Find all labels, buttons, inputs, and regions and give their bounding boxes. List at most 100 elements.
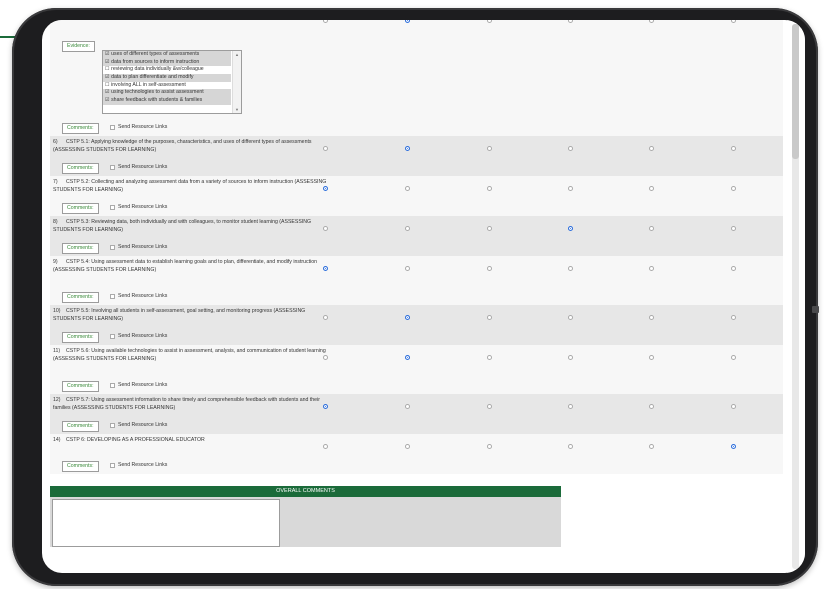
rating-radio-2[interactable] <box>405 186 410 191</box>
rating-radio-4[interactable] <box>568 20 573 23</box>
rating-radio-6[interactable] <box>731 186 736 191</box>
evidence-option[interactable]: ☑ uses of different types of assessments <box>103 51 231 59</box>
evidence-option[interactable]: ☐ involving ALL in self-assessment <box>103 82 231 90</box>
rating-radio-1[interactable] <box>323 355 328 360</box>
evidence-list-scrollbar[interactable]: ▲ ▼ <box>232 51 241 113</box>
rating-radio-2[interactable] <box>405 355 410 360</box>
send-resource-links-checkbox[interactable] <box>110 294 115 299</box>
evidence-option[interactable]: ☐ reviewing data individually &w/colleag… <box>103 66 231 74</box>
rating-radio-1[interactable] <box>323 444 328 449</box>
question-number: 11) <box>53 348 61 354</box>
question-text: 6) CSTP 5.1: Applying knowledge of the pu… <box>53 139 333 154</box>
rating-radio-4[interactable] <box>568 315 573 320</box>
scroll-down-icon[interactable]: ▼ <box>235 107 239 112</box>
rating-radio-1[interactable] <box>323 266 328 271</box>
question-text: 8) CSTP 5.3: Reviewing data, both individ… <box>53 219 333 234</box>
rating-radio-5[interactable] <box>649 404 654 409</box>
evidence-option[interactable]: ☑ data from sources to inform instructio… <box>103 58 231 67</box>
rating-radio-2[interactable] <box>405 266 410 271</box>
rating-radio-2[interactable] <box>405 146 410 151</box>
overall-comments-textarea[interactable] <box>52 499 280 547</box>
rating-radio-2[interactable] <box>405 444 410 449</box>
send-resource-links-checkbox[interactable] <box>110 334 115 339</box>
rating-radio-2[interactable] <box>405 315 410 320</box>
rating-radio-6[interactable] <box>731 146 736 151</box>
evidence-option[interactable]: ☑ using technologies to assist assessmen… <box>103 89 231 98</box>
send-resource-links-checkbox[interactable] <box>110 463 115 468</box>
rating-radio-1[interactable] <box>323 315 328 320</box>
rating-radio-1[interactable] <box>323 404 328 409</box>
comments-button[interactable]: Comments: <box>62 292 99 303</box>
comments-button[interactable]: Comments: <box>62 332 99 343</box>
send-resource-links-checkbox[interactable] <box>110 423 115 428</box>
rating-radio-4[interactable] <box>568 355 573 360</box>
send-resource-links-checkbox[interactable] <box>110 383 115 388</box>
comments-button[interactable]: Comments: <box>62 163 99 174</box>
rating-radio-3[interactable] <box>487 20 492 23</box>
send-resource-links-checkbox[interactable] <box>110 165 115 170</box>
question-text: 10) CSTP 5.5: Involving all students in s… <box>53 308 333 323</box>
rating-radio-6[interactable] <box>731 444 736 449</box>
evidence-listbox[interactable]: ☑ uses of different types of assessments… <box>102 50 242 114</box>
rating-radio-3[interactable] <box>487 404 492 409</box>
evidence-button[interactable]: Evidence: <box>62 41 95 52</box>
rating-radio-4[interactable] <box>568 404 573 409</box>
rating-radio-1[interactable] <box>323 186 328 191</box>
rating-radio-5[interactable] <box>649 146 654 151</box>
rating-radio-5[interactable] <box>649 355 654 360</box>
rating-radio-6[interactable] <box>731 20 736 23</box>
overall-comments-panel <box>50 497 561 547</box>
rating-radio-4[interactable] <box>568 226 573 231</box>
rating-radio-5[interactable] <box>649 186 654 191</box>
rating-radio-3[interactable] <box>487 266 492 271</box>
rating-radio-1[interactable] <box>323 146 328 151</box>
comments-button[interactable]: Comments: <box>62 421 99 432</box>
rating-radio-1[interactable] <box>323 20 328 23</box>
rating-radio-4[interactable] <box>568 186 573 191</box>
send-resource-links-label: Send Resource Links <box>118 244 168 250</box>
rating-radio-5[interactable] <box>649 444 654 449</box>
rating-radio-5[interactable] <box>649 226 654 231</box>
rating-radio-3[interactable] <box>487 146 492 151</box>
comments-button[interactable]: Comments: <box>62 203 99 214</box>
question-text: 12) CSTP 5.7: Using assessment informatio… <box>53 397 333 412</box>
rating-radio-6[interactable] <box>731 355 736 360</box>
comments-button[interactable]: Comments: <box>62 381 99 392</box>
comments-button[interactable]: Comments: <box>62 123 99 134</box>
comments-button[interactable]: Comments: <box>62 461 99 472</box>
rating-radio-5[interactable] <box>649 20 654 23</box>
rating-radio-6[interactable] <box>731 404 736 409</box>
rating-radio-3[interactable] <box>487 315 492 320</box>
question-label: CSTP 5.6: Using available technologies t… <box>53 348 326 362</box>
rating-radio-4[interactable] <box>568 266 573 271</box>
rating-radio-5[interactable] <box>649 266 654 271</box>
evidence-option[interactable]: ☑ data to plan differentiate and modify <box>103 74 231 82</box>
question-text: 9) CSTP 5.4: Using assessment data to est… <box>53 259 333 274</box>
send-resource-links-checkbox[interactable] <box>110 205 115 210</box>
scrollbar-thumb[interactable] <box>792 24 799 159</box>
evidence-option[interactable]: ☑ share feedback with students & familie… <box>103 97 231 105</box>
send-resource-links-checkbox[interactable] <box>110 125 115 130</box>
question-row: 14) CSTP 6: DEVELOPING AS A PROFESSIONAL … <box>50 434 783 474</box>
question-text: 7) CSTP 5.2: Collecting and analyzing ass… <box>53 179 333 194</box>
rating-radio-3[interactable] <box>487 355 492 360</box>
scroll-up-icon[interactable]: ▲ <box>235 52 239 57</box>
rating-radio-6[interactable] <box>731 266 736 271</box>
send-resource-links-checkbox[interactable] <box>110 245 115 250</box>
rating-radio-5[interactable] <box>649 315 654 320</box>
rating-radio-2[interactable] <box>405 226 410 231</box>
question-number: 10) <box>53 308 61 314</box>
rating-radio-3[interactable] <box>487 226 492 231</box>
page-scrollbar[interactable] <box>787 20 805 573</box>
comments-button[interactable]: Comments: <box>62 243 99 254</box>
rating-radio-4[interactable] <box>568 444 573 449</box>
rating-radio-3[interactable] <box>487 186 492 191</box>
scrollbar-track[interactable] <box>792 24 799 569</box>
rating-radio-2[interactable] <box>405 404 410 409</box>
rating-radio-2[interactable] <box>405 20 410 23</box>
rating-radio-1[interactable] <box>323 226 328 231</box>
rating-radio-4[interactable] <box>568 146 573 151</box>
rating-radio-3[interactable] <box>487 444 492 449</box>
rating-radio-6[interactable] <box>731 226 736 231</box>
rating-radio-6[interactable] <box>731 315 736 320</box>
